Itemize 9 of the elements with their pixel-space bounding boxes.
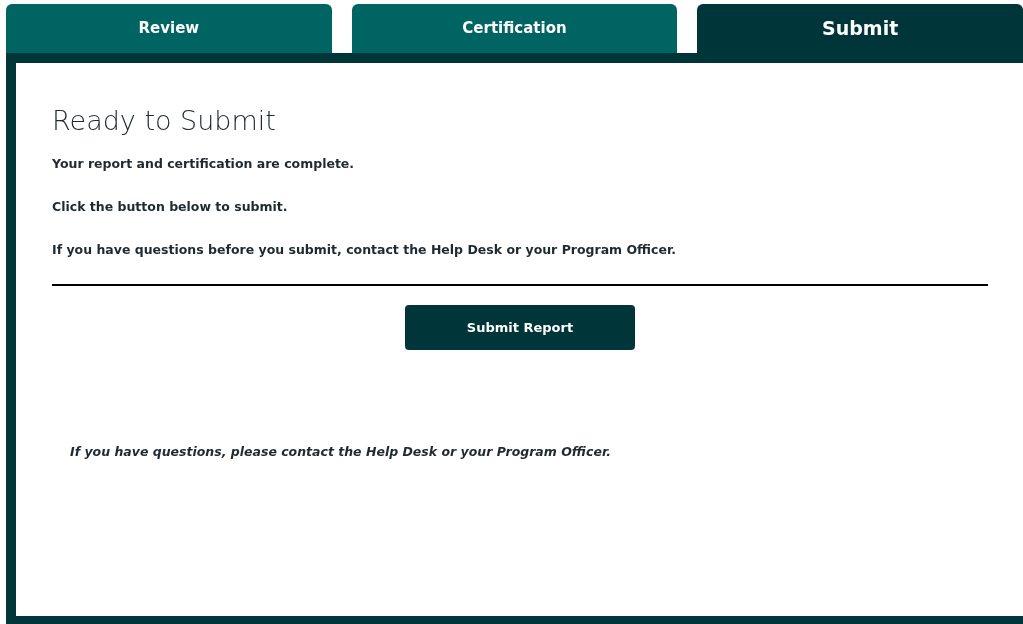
page-heading: Ready to Submit	[52, 104, 276, 138]
message-text: If you have questions before you submit, contact the Help Desk or your Program Officer.	[52, 241, 677, 259]
help-note: If you have questions, please contact the Help Desk or your Program Officer.	[70, 443, 611, 461]
tab[interactable]: Submit	[697, 4, 1023, 53]
submit-report-button[interactable]: Submit Report	[405, 305, 635, 350]
message-text: Click the button below to submit.	[52, 198, 288, 216]
tab[interactable]: Certification	[351, 4, 678, 53]
tab[interactable]: Review	[6, 4, 332, 53]
message-text: Your report and certification are complete.	[52, 155, 355, 173]
